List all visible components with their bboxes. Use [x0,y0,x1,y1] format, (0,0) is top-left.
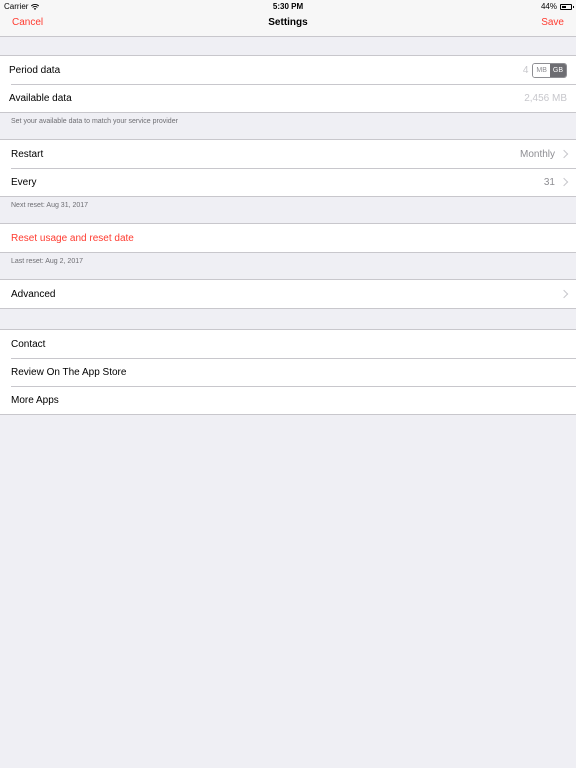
more-apps-label: More Apps [11,394,59,406]
reset-usage-row[interactable]: Reset usage and reset date [0,224,576,252]
available-data-row[interactable]: Available data 2,456 MB [0,84,576,112]
period-data-value-group: 4 MB GB [523,62,567,78]
restart-value: Monthly [519,148,555,160]
every-value-group: 31 [543,176,569,188]
battery-icon [560,3,574,10]
available-data-label: Available data [9,92,72,104]
battery-group: 44% [540,2,574,11]
data-footer: Set your available data to match your se… [11,118,178,125]
every-value: 31 [543,176,555,188]
next-reset-footer: Next reset: Aug 31, 2017 [11,202,89,209]
advanced-value-group [559,289,569,299]
advanced-row[interactable]: Advanced [0,280,576,308]
settings-content: Period data 4 MB GB Available data 2,456… [0,37,576,415]
more-apps-row[interactable]: More Apps [0,386,576,414]
contact-label: Contact [11,338,46,350]
period-data-label: Period data [9,64,61,76]
review-label: Review On The App Store [11,366,127,378]
advanced-label: Advanced [11,288,56,300]
last-reset-footer: Last reset: Aug 2, 2017 [11,258,83,265]
page-title: Settings [268,17,308,28]
chevron-right-icon [559,289,569,299]
review-row[interactable]: Review On The App Store [0,358,576,386]
unit-segmented-control: MB GB [532,62,567,78]
status-time: 5:30 PM [272,2,304,11]
usage-group: Reset usage and reset date [0,223,576,253]
restart-value-group: Monthly [519,148,569,160]
period-data-row[interactable]: Period data 4 MB GB [0,56,576,84]
advanced-group: Advanced [0,279,576,309]
restart-row[interactable]: Restart Monthly [0,140,576,168]
unit-gb-segment[interactable]: GB [549,63,566,77]
navigation-bar: Cancel Settings Save [0,12,576,37]
every-label: Every [11,176,37,188]
unit-mb-segment[interactable]: MB [533,63,550,77]
data-group: Period data 4 MB GB Available data 2,456… [0,55,576,113]
links-group: Contact Review On The App Store More App… [0,329,576,415]
chevron-right-icon [559,177,569,187]
period-data-value[interactable]: 4 [523,65,529,76]
restart-label: Restart [11,148,44,160]
reset-usage-button[interactable]: Reset usage and reset date [11,233,567,244]
every-row[interactable]: Every 31 [0,168,576,196]
save-button[interactable]: Save [541,17,564,28]
status-bar: Carrier 5:30 PM 44% [0,0,576,12]
battery-percent: 44% [540,2,557,11]
reset-group: Restart Monthly Every 31 [0,139,576,197]
contact-row[interactable]: Contact [0,330,576,358]
available-data-value[interactable]: 2,456 MB [524,93,567,104]
chevron-right-icon [559,149,569,159]
